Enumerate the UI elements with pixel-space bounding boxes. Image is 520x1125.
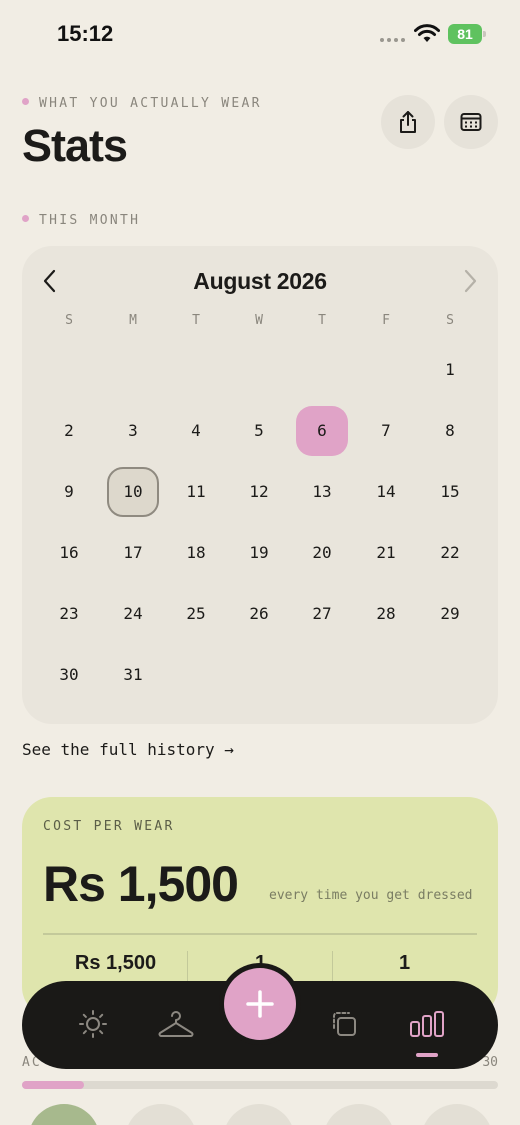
calendar-day[interactable]: 13 <box>296 467 348 517</box>
activity-progress-fill <box>22 1081 84 1089</box>
copy-icon <box>333 1012 356 1036</box>
sun-icon <box>79 1010 107 1038</box>
activity-count: 30 <box>482 1055 498 1070</box>
eyebrow-text: WHAT YOU ACTUALLY WEAR <box>39 96 262 111</box>
calendar-day[interactable]: 28 <box>360 589 412 639</box>
outfit-thumbnail[interactable] <box>223 1104 295 1125</box>
calendar-day[interactable]: 24 <box>107 589 159 639</box>
calendar-day[interactable]: 20 <box>296 528 348 578</box>
calendar-day[interactable]: 15 <box>424 467 476 517</box>
full-history-link[interactable]: See the full history → <box>22 740 234 759</box>
section-dot <box>22 215 29 222</box>
status-time: 15:12 <box>57 21 114 46</box>
section-text: THIS MONTH <box>39 213 141 228</box>
calendar-day-selected[interactable]: 6 <box>296 406 348 456</box>
section-label: THIS MONTH <box>22 213 140 228</box>
calendar-day[interactable]: 23 <box>43 589 95 639</box>
outfit-thumbnail[interactable] <box>323 1104 395 1125</box>
tab-wardrobe[interactable] <box>153 1001 199 1047</box>
bottom-tab-bar <box>22 963 498 1069</box>
calendar-day[interactable]: 7 <box>360 406 412 456</box>
activity-progress-bar <box>22 1081 498 1089</box>
add-outfit-button[interactable] <box>224 968 296 1040</box>
wifi-icon <box>414 24 440 42</box>
calendar-month-title: August 2026 <box>193 268 327 294</box>
calendar-day[interactable]: 8 <box>424 406 476 456</box>
weekday-label: S <box>446 313 454 328</box>
hanger-icon <box>158 1011 194 1037</box>
month-calendar: August 2026 SMTWTFS 1 2 3 4 5 6 7 8 9 10 11 12 13 14 1… <box>22 246 498 724</box>
weekday-label: T <box>318 313 326 328</box>
weekday-label: W <box>255 313 263 328</box>
calendar-day[interactable]: 21 <box>360 528 412 578</box>
weekday-label: S <box>65 313 73 328</box>
outfit-thumbnail[interactable] <box>421 1104 493 1125</box>
tab-today[interactable] <box>70 1001 116 1047</box>
share-icon <box>400 111 416 133</box>
calendar-day[interactable]: 2 <box>43 406 95 456</box>
calendar-day[interactable]: 26 <box>233 589 285 639</box>
calendar-day[interactable]: 4 <box>170 406 222 456</box>
cost-stat-value: 1 <box>398 952 411 974</box>
calendar-day[interactable]: 29 <box>424 589 476 639</box>
outfit-thumbnail[interactable] <box>125 1104 197 1125</box>
header-eyebrow: WHAT YOU ACTUALLY WEAR <box>22 96 262 111</box>
calendar-day[interactable]: 14 <box>360 467 412 517</box>
calendar-day[interactable]: 22 <box>424 528 476 578</box>
calendar-day[interactable]: 12 <box>233 467 285 517</box>
calendar-day[interactable]: 11 <box>170 467 222 517</box>
calendar-day[interactable]: 3 <box>107 406 159 456</box>
status-bar: 15:12 81 <box>0 0 520 70</box>
stats-bars-icon <box>410 1011 444 1037</box>
cost-per-wear-value: Rs 1,500 <box>43 856 239 912</box>
calendar-header: August 2026 <box>22 266 498 298</box>
eyebrow-dot <box>22 98 29 105</box>
outfit-thumbnail[interactable] <box>28 1104 100 1125</box>
cost-per-wear-label: COST PER WEAR <box>43 819 175 834</box>
cost-stat-value: Rs 1,500 <box>74 952 157 974</box>
calendar-day[interactable]: 18 <box>170 528 222 578</box>
calendar-day[interactable]: 31 <box>107 650 159 700</box>
next-month-button[interactable] <box>460 266 480 296</box>
cost-per-wear-subtitle: every time you get dressed <box>269 888 473 903</box>
battery-indicator: 81 <box>448 24 486 44</box>
calendar-day[interactable]: 5 <box>233 406 285 456</box>
plus-icon <box>246 990 274 1018</box>
tab-outfits[interactable] <box>321 1001 367 1047</box>
calendar-day[interactable]: 27 <box>296 589 348 639</box>
calendar-day[interactable]: 1 <box>424 345 476 395</box>
calendar-day[interactable]: 30 <box>43 650 95 700</box>
weekday-label: T <box>192 313 200 328</box>
weekday-label: M <box>129 313 137 328</box>
share-button[interactable] <box>381 95 435 149</box>
tab-stats[interactable] <box>404 1001 450 1057</box>
calendar-icon <box>460 113 482 131</box>
page-title: Stats <box>22 120 128 171</box>
calendar-day[interactable]: 9 <box>43 467 95 517</box>
calendar-day[interactable]: 19 <box>233 528 285 578</box>
signal-dots-icon <box>380 38 406 44</box>
weekday-label: F <box>382 313 390 328</box>
divider <box>43 933 477 935</box>
calendar-day[interactable]: 25 <box>170 589 222 639</box>
calendar-day[interactable]: 17 <box>107 528 159 578</box>
calendar-button[interactable] <box>444 95 498 149</box>
calendar-day-today[interactable]: 10 <box>107 467 159 517</box>
calendar-day[interactable]: 16 <box>43 528 95 578</box>
